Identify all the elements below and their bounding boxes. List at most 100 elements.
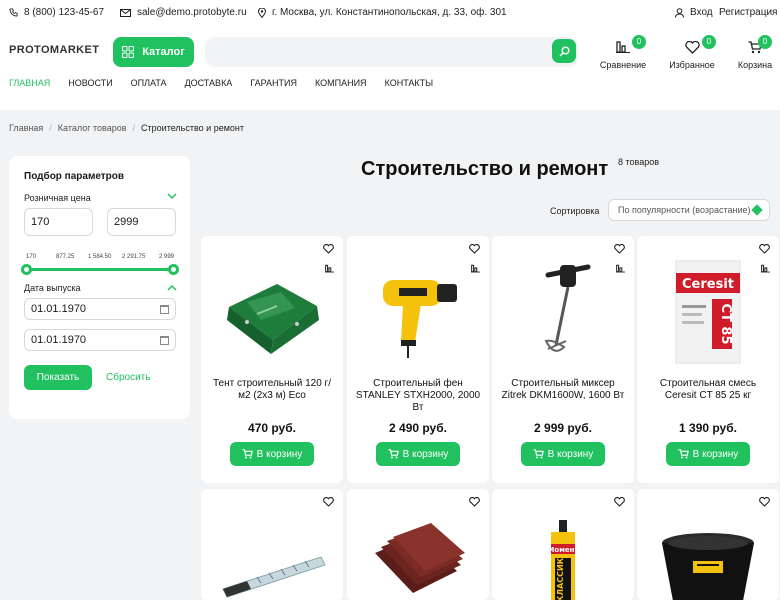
glue-brand-text: Момент: [547, 546, 579, 554]
product-card[interactable]: [347, 489, 489, 600]
reset-button[interactable]: Сбросить: [106, 372, 150, 383]
product-image-heat-gun[interactable]: [363, 256, 473, 368]
ceresit-code-text: CT 85: [718, 303, 733, 344]
grid-icon: [122, 46, 135, 58]
add-to-cart-button[interactable]: В корзину: [376, 442, 460, 466]
product-card[interactable]: Ceresit CT 85 Строительная смесь Ceresit…: [637, 236, 779, 483]
search-input[interactable]: [205, 37, 578, 67]
breadcrumb: Главная / Каталог товаров / Строительств…: [9, 123, 244, 133]
cart-icon: [678, 449, 689, 459]
sort-value: По популярности (возрастание): [618, 205, 751, 215]
breadcrumb-current: Строительство и ремонт: [141, 123, 244, 133]
product-image-glue-tube[interactable]: Момент КЛАССИК: [508, 509, 618, 600]
product-image-tarp[interactable]: [217, 256, 327, 368]
product-image-ceresit-bag[interactable]: Ceresit CT 85: [653, 256, 763, 368]
login-link[interactable]: Вход: [675, 7, 713, 18]
nav-item-payment[interactable]: ОПЛАТА: [131, 78, 167, 88]
show-button[interactable]: Показать: [24, 365, 92, 390]
nav-item-news[interactable]: НОВОСТИ: [68, 78, 112, 88]
product-card[interactable]: Момент КЛАССИК: [492, 489, 634, 600]
product-price: 470 руб.: [248, 421, 296, 435]
register-link[interactable]: Регистрация: [719, 7, 777, 18]
email-link[interactable]: sale@demo.protobyte.ru: [120, 7, 247, 18]
cart-count-badge: 0: [758, 35, 772, 49]
product-count: 8 товаров: [618, 157, 660, 167]
heart-icon[interactable]: [759, 497, 770, 507]
breadcrumb-catalog[interactable]: Каталог товаров: [58, 123, 127, 133]
product-name[interactable]: Строительная смесь Ceresit CT 85 25 кг: [645, 378, 771, 402]
nav-item-delivery[interactable]: ДОСТАВКА: [185, 78, 233, 88]
heart-icon[interactable]: [759, 244, 770, 254]
phone-icon: [9, 8, 18, 17]
sort-select[interactable]: По популярности (возрастание): [608, 199, 770, 221]
calendar-icon[interactable]: [160, 336, 169, 345]
phone-link[interactable]: 8 (800) 123-45-67: [9, 7, 104, 18]
product-price: 1 390 руб.: [679, 421, 737, 435]
cart-icon: [242, 449, 253, 459]
heart-icon[interactable]: [614, 497, 625, 507]
catalog-label: Каталог: [142, 46, 185, 58]
product-card[interactable]: [201, 489, 343, 600]
product-card[interactable]: Строительный миксер Zitrek DKM1600W, 160…: [492, 236, 634, 483]
price-slider-min-handle[interactable]: [21, 264, 32, 275]
add-to-cart-label: В корзину: [256, 448, 303, 460]
glue-label-text: КЛАССИК: [556, 557, 565, 600]
address: г. Москва, ул. Константинопольская, д. 3…: [258, 7, 507, 18]
heart-icon[interactable]: [469, 497, 480, 507]
cart-icon: [388, 449, 399, 459]
nav-item-company[interactable]: КОМПАНИЯ: [315, 78, 367, 88]
main-nav: ГЛАВНАЯ НОВОСТИ ОПЛАТА ДОСТАВКА ГАРАНТИЯ…: [9, 78, 433, 88]
product-name[interactable]: Строительный миксер Zitrek DKM1600W, 160…: [500, 378, 626, 402]
favorites-link[interactable]: 0 Избранное: [662, 35, 722, 70]
breadcrumb-home[interactable]: Главная: [9, 123, 43, 133]
product-price: 2 999 руб.: [534, 421, 592, 435]
chevron-down-icon[interactable]: [167, 193, 177, 200]
search-button[interactable]: [552, 39, 576, 63]
product-image-black-tub[interactable]: [653, 509, 763, 600]
product-image-sanding-sheets[interactable]: [363, 509, 473, 600]
product-image-ruler[interactable]: [217, 509, 327, 600]
nav-item-contacts[interactable]: КОНТАКТЫ: [385, 78, 434, 88]
product-card[interactable]: Тент строительный 120 г/м2 (2х3 м) Eco 4…: [201, 236, 343, 483]
compare-icon: [616, 41, 630, 53]
heart-icon[interactable]: [469, 244, 480, 254]
chevron-up-icon[interactable]: [167, 284, 177, 291]
add-to-cart-button[interactable]: В корзину: [666, 442, 750, 466]
calendar-icon[interactable]: [160, 305, 169, 314]
price-scale: 170 877.25 1 584.50 2 291.75 2 999: [17, 254, 177, 264]
add-to-cart-label: В корзину: [402, 448, 449, 460]
phone-text: 8 (800) 123-45-67: [24, 7, 105, 18]
user-icon: [675, 7, 684, 18]
price-slider-max-handle[interactable]: [168, 264, 179, 275]
compare-link[interactable]: 0 Сравнение: [593, 35, 653, 70]
date-to-input[interactable]: 01.01.1970: [24, 329, 176, 351]
product-name[interactable]: Строительный фен STANLEY STXH2000, 2000 …: [355, 378, 481, 414]
heart-icon[interactable]: [323, 497, 334, 507]
email-text: sale@demo.protobyte.ru: [137, 7, 247, 18]
site-logo[interactable]: PROTOMARKET: [9, 44, 99, 56]
cart-link[interactable]: 0 Корзина: [725, 35, 780, 70]
price-slider-track[interactable]: [27, 268, 174, 271]
price-tick: 2 291.75: [122, 254, 146, 260]
heart-icon[interactable]: [614, 244, 625, 254]
product-name[interactable]: Тент строительный 120 г/м2 (2х3 м) Eco: [209, 378, 335, 402]
nav-item-home[interactable]: ГЛАВНАЯ: [9, 78, 50, 88]
filter-title: Подбор параметров: [24, 171, 125, 182]
product-card[interactable]: Строительный фен STANLEY STXH2000, 2000 …: [347, 236, 489, 483]
product-image-mixer[interactable]: [508, 256, 618, 368]
product-card[interactable]: [637, 489, 779, 600]
register-text: Регистрация: [719, 7, 778, 18]
date-from-input[interactable]: 01.01.1970: [24, 298, 176, 320]
catalog-button[interactable]: Каталог: [113, 37, 194, 67]
price-min-input[interactable]: 170: [24, 208, 93, 236]
add-to-cart-button[interactable]: В корзину: [521, 442, 605, 466]
nav-item-warranty[interactable]: ГАРАНТИЯ: [250, 78, 297, 88]
favorites-label: Избранное: [669, 60, 715, 70]
price-max-input[interactable]: 2999: [107, 208, 176, 236]
heart-icon[interactable]: [323, 244, 334, 254]
add-to-cart-button[interactable]: В корзину: [230, 442, 314, 466]
price-tick: 170: [26, 254, 37, 260]
price-tick: 2 999: [159, 254, 175, 260]
compare-count-badge: 0: [632, 35, 646, 49]
compare-label: Сравнение: [599, 60, 647, 70]
